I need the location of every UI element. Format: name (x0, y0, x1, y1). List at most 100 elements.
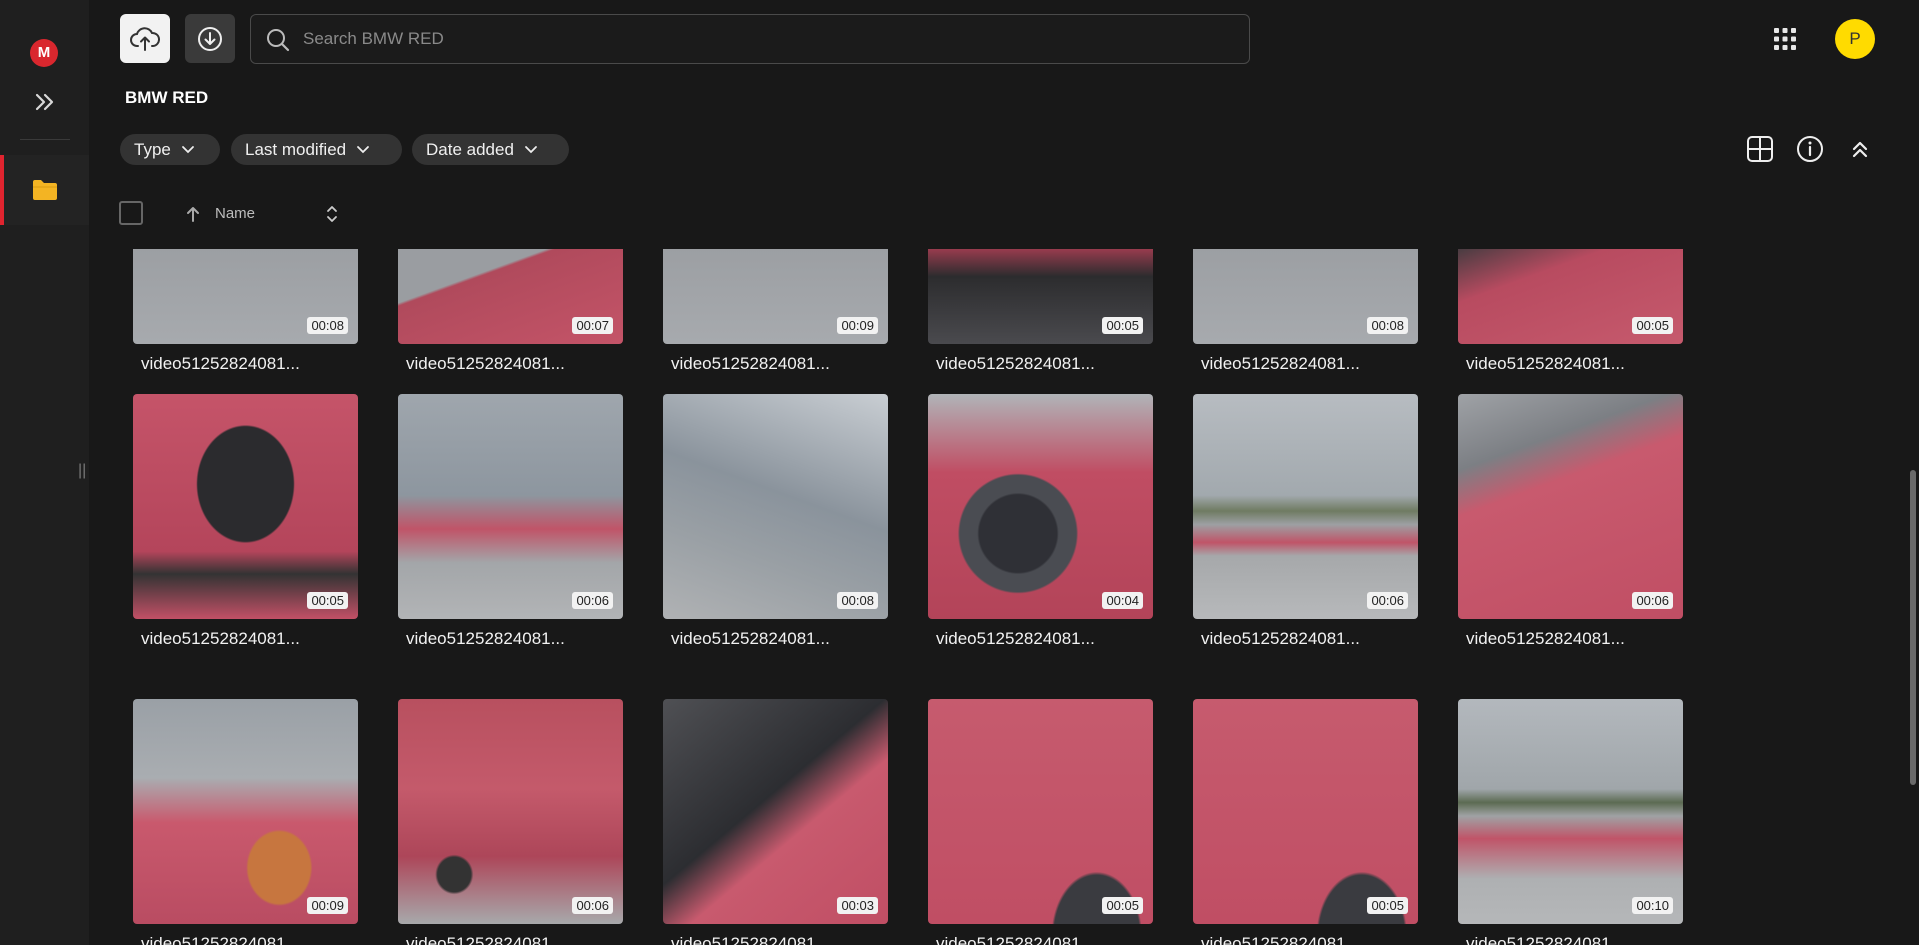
file-tile[interactable]: 00:06 video51252824081... (398, 394, 623, 649)
search-icon (267, 29, 290, 52)
duration-badge: 00:05 (1632, 317, 1673, 334)
filter-last-modified-label: Last modified (245, 139, 347, 159)
left-rail: M || (0, 0, 89, 945)
filter-date-added-label: Date added (426, 139, 514, 159)
video-thumbnail[interactable]: 00:07 (398, 249, 623, 344)
filter-type[interactable]: Type (120, 134, 220, 165)
column-header-name[interactable]: Name (215, 205, 255, 222)
duration-badge: 00:06 (1632, 592, 1673, 609)
video-thumbnail[interactable]: 00:10 (1458, 699, 1683, 924)
sidebar-item-cloud-drive[interactable] (0, 155, 89, 225)
video-thumbnail[interactable]: 00:09 (663, 249, 888, 344)
file-tile[interactable]: 00:08 video51252824081... (133, 249, 358, 374)
duration-badge: 00:06 (572, 592, 613, 609)
duration-badge: 00:06 (572, 897, 613, 914)
file-tile[interactable]: 00:05 video51252824081... (1193, 699, 1418, 945)
chevron-down-icon (525, 145, 537, 153)
file-name[interactable]: video51252824081... (936, 629, 1153, 649)
duration-badge: 00:08 (1367, 317, 1408, 334)
double-chevron-right-icon[interactable] (31, 90, 59, 114)
video-thumbnail[interactable]: 00:06 (398, 699, 623, 924)
file-name[interactable]: video51252824081... (1466, 934, 1683, 945)
file-name[interactable]: video51252824081... (1201, 629, 1418, 649)
filter-type-label: Type (134, 139, 171, 159)
duration-badge: 00:08 (837, 592, 878, 609)
video-thumbnail[interactable]: 00:04 (928, 394, 1153, 619)
video-thumbnail[interactable]: 00:05 (928, 249, 1153, 344)
file-tile[interactable]: 00:10 video51252824081... (1458, 699, 1683, 945)
file-name[interactable]: video51252824081... (406, 629, 623, 649)
duration-badge: 00:05 (1367, 897, 1408, 914)
duration-badge: 00:09 (307, 897, 348, 914)
double-chevron-up-icon[interactable] (1846, 135, 1874, 168)
file-tile[interactable]: 00:08 video51252824081... (1193, 249, 1418, 374)
active-indicator (0, 155, 4, 225)
file-name[interactable]: video51252824081... (406, 354, 623, 374)
file-name[interactable]: video51252824081... (141, 354, 358, 374)
video-thumbnail[interactable]: 00:08 (663, 394, 888, 619)
duration-badge: 00:06 (1367, 592, 1408, 609)
file-tile[interactable]: 00:05 video51252824081... (928, 699, 1153, 945)
file-tile[interactable]: 00:07 video51252824081... (398, 249, 623, 374)
filter-date-added[interactable]: Date added (412, 134, 569, 165)
file-tile[interactable]: 00:05 video51252824081... (928, 249, 1153, 374)
file-tile[interactable]: 00:09 video51252824081... (133, 699, 358, 945)
file-name[interactable]: video51252824081... (671, 629, 888, 649)
search-input[interactable] (301, 15, 1235, 63)
file-name[interactable]: video51252824081... (1466, 354, 1683, 374)
page-title: BMW RED (125, 88, 209, 107)
duration-badge: 00:05 (1102, 897, 1143, 914)
file-name[interactable]: video51252824081... (141, 934, 358, 945)
cloud-upload-icon (130, 26, 160, 51)
file-name[interactable]: video51252824081... (671, 934, 888, 945)
file-tile[interactable]: 00:05 video51252824081... (1458, 249, 1683, 374)
folder-icon (32, 179, 58, 206)
file-tile[interactable]: 00:08 video51252824081... (663, 394, 888, 649)
upload-button[interactable] (120, 14, 170, 63)
file-tile[interactable]: 00:09 video51252824081... (663, 249, 888, 374)
file-name[interactable]: video51252824081... (1201, 934, 1418, 945)
file-name[interactable]: video51252824081... (1201, 354, 1418, 374)
mega-logo[interactable]: M (30, 39, 58, 67)
file-tile[interactable]: 00:06 video51252824081... (1193, 394, 1418, 649)
grid-view-icon[interactable] (1746, 135, 1774, 168)
filter-last-modified[interactable]: Last modified (231, 134, 402, 165)
video-thumbnail[interactable]: 00:06 (1193, 394, 1418, 619)
select-all-checkbox[interactable] (119, 201, 143, 225)
duration-badge: 00:05 (307, 592, 348, 609)
avatar[interactable]: P (1835, 19, 1875, 59)
duration-badge: 00:09 (837, 317, 878, 334)
file-tile[interactable]: 00:06 video51252824081... (1458, 394, 1683, 649)
file-tile[interactable]: 00:05 video51252824081... (133, 394, 358, 649)
file-name[interactable]: video51252824081... (671, 354, 888, 374)
video-thumbnail[interactable]: 00:09 (133, 699, 358, 924)
apps-grid-icon[interactable] (1773, 27, 1797, 51)
video-thumbnail[interactable]: 00:05 (133, 394, 358, 619)
file-name[interactable]: video51252824081... (1466, 629, 1683, 649)
scrollbar-thumb[interactable] (1910, 470, 1916, 785)
file-name[interactable]: video51252824081... (406, 934, 623, 945)
video-thumbnail[interactable]: 00:06 (398, 394, 623, 619)
info-icon[interactable] (1796, 135, 1824, 168)
file-tile[interactable]: 00:04 video51252824081... (928, 394, 1153, 649)
video-thumbnail[interactable]: 00:06 (1458, 394, 1683, 619)
sort-toggle-icon[interactable] (325, 203, 339, 230)
resize-handle[interactable]: || (78, 462, 86, 480)
sort-ascending-icon[interactable] (185, 205, 201, 228)
file-tile[interactable]: 00:06 video51252824081... (398, 699, 623, 945)
file-name[interactable]: video51252824081... (936, 934, 1153, 945)
rail-divider (20, 139, 70, 140)
chevron-down-icon (181, 145, 194, 153)
video-thumbnail[interactable]: 00:08 (133, 249, 358, 344)
file-name[interactable]: video51252824081... (936, 354, 1153, 374)
file-name[interactable]: video51252824081... (141, 629, 358, 649)
video-thumbnail[interactable]: 00:05 (1193, 699, 1418, 924)
video-thumbnail[interactable]: 00:08 (1193, 249, 1418, 344)
duration-badge: 00:07 (572, 317, 613, 334)
video-thumbnail[interactable]: 00:05 (928, 699, 1153, 924)
download-button[interactable] (185, 14, 235, 63)
file-tile[interactable]: 00:03 video51252824081... (663, 699, 888, 945)
duration-badge: 00:10 (1632, 897, 1673, 914)
video-thumbnail[interactable]: 00:03 (663, 699, 888, 924)
video-thumbnail[interactable]: 00:05 (1458, 249, 1683, 344)
